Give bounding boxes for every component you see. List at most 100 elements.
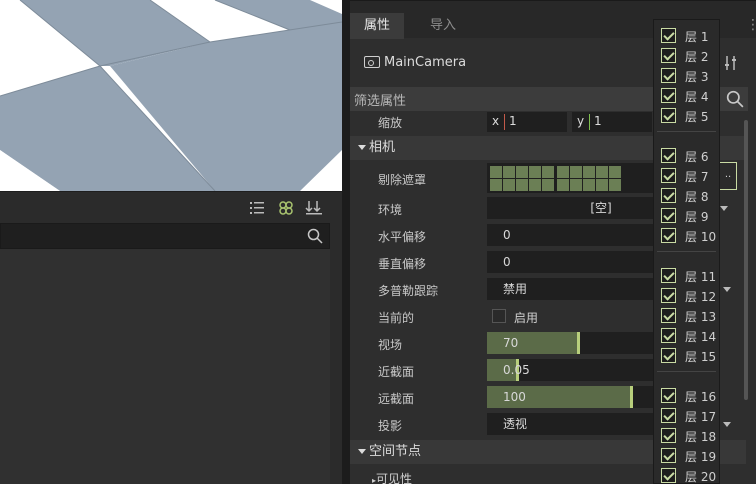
checkbox-icon[interactable]	[661, 188, 676, 203]
tool-settings-icon[interactable]	[722, 54, 740, 72]
mask-cell[interactable]	[557, 179, 569, 191]
layer-label: 层 5	[685, 110, 709, 124]
layer-label: 层 17	[685, 410, 717, 424]
clover-icon[interactable]	[277, 199, 295, 217]
near-slider[interactable]: 0.05	[487, 359, 653, 381]
layer-item[interactable]: 层 14	[654, 325, 719, 345]
checkbox-icon[interactable]	[661, 228, 676, 243]
left-search-input[interactable]	[0, 223, 330, 249]
mask-cell[interactable]	[503, 166, 515, 178]
layer-item[interactable]: 层 15	[654, 345, 719, 365]
mask-cell[interactable]	[529, 179, 541, 191]
near-label: 近截面	[378, 365, 415, 379]
mask-cell[interactable]	[516, 179, 528, 191]
layer-item[interactable]: 层 3	[654, 65, 719, 85]
scale-x-field[interactable]: x 1	[487, 112, 567, 132]
layer-item[interactable]: 层 17	[654, 405, 719, 425]
3d-viewport[interactable]	[0, 0, 342, 191]
layer-item[interactable]: 层 4	[654, 85, 719, 105]
download-sort-icon[interactable]	[305, 199, 323, 217]
more-icon[interactable]: ⋮	[746, 15, 756, 35]
checkbox-icon[interactable]	[661, 208, 676, 223]
layer-item[interactable]: 层 8	[654, 185, 719, 205]
list-icon[interactable]	[248, 199, 266, 217]
chevron-down-icon[interactable]	[723, 422, 731, 427]
layer-item[interactable]: 层 19	[654, 445, 719, 465]
mask-cell[interactable]	[542, 179, 554, 191]
layer-item[interactable]: 层 2	[654, 45, 719, 65]
layer-item[interactable]: 层 12	[654, 285, 719, 305]
checkbox-icon[interactable]	[661, 448, 676, 463]
layer-item[interactable]: 层 11	[654, 265, 719, 285]
v-offset-field[interactable]: 0	[487, 251, 653, 273]
layer-item[interactable]: 层 9	[654, 205, 719, 225]
checkbox-icon[interactable]	[661, 288, 676, 303]
mask-cell[interactable]	[490, 166, 502, 178]
mask-cell[interactable]	[557, 166, 569, 178]
checkbox-icon[interactable]	[661, 48, 676, 63]
checkbox-icon[interactable]	[661, 168, 676, 183]
collapse-arrow-icon	[358, 145, 366, 150]
checkbox-icon[interactable]	[661, 428, 676, 443]
mask-cell[interactable]	[609, 166, 621, 178]
visibility-title: 可见性	[376, 472, 413, 484]
layer-item[interactable]: 层 20	[654, 465, 719, 484]
chevron-down-icon[interactable]	[723, 287, 731, 292]
checkbox-icon[interactable]	[661, 68, 676, 83]
checkbox-icon[interactable]	[661, 408, 676, 423]
mask-cell[interactable]	[570, 179, 582, 191]
checkbox-icon[interactable]	[661, 148, 676, 163]
environment-label: 环境	[378, 203, 403, 217]
slider-grabber[interactable]	[630, 386, 633, 408]
mask-cell[interactable]	[570, 166, 582, 178]
mask-cell[interactable]	[542, 166, 554, 178]
layer-item[interactable]: 层 5	[654, 105, 719, 125]
checkbox-icon[interactable]	[661, 388, 676, 403]
current-checkbox-label: 启用	[514, 311, 539, 325]
menu-separator	[657, 251, 716, 252]
checkbox-icon[interactable]	[661, 88, 676, 103]
mask-cell[interactable]	[490, 179, 502, 191]
layer-item[interactable]: 层 13	[654, 305, 719, 325]
search-icon	[726, 90, 744, 108]
scale-y-field[interactable]: y 1	[572, 112, 652, 132]
mask-cell[interactable]	[516, 166, 528, 178]
tab-properties[interactable]: 属性	[350, 13, 405, 39]
projection-select[interactable]: 透视	[487, 413, 653, 435]
mask-cell[interactable]	[596, 179, 608, 191]
slider-grabber[interactable]	[577, 332, 580, 354]
mask-cell[interactable]	[503, 179, 515, 191]
checkbox-icon[interactable]	[661, 468, 676, 483]
inspector-scrollbar[interactable]	[744, 120, 748, 400]
checkbox-icon[interactable]	[661, 308, 676, 323]
mask-cell[interactable]	[583, 179, 595, 191]
cull-mask-grid[interactable]	[487, 163, 653, 193]
checkbox-icon[interactable]	[661, 348, 676, 363]
layer-item[interactable]: 层 16	[654, 385, 719, 405]
chevron-down-icon[interactable]	[720, 206, 728, 211]
layer-item[interactable]: 层 18	[654, 425, 719, 445]
fov-slider[interactable]: 70	[487, 332, 653, 354]
mask-cell[interactable]	[529, 166, 541, 178]
mask-cell[interactable]	[609, 179, 621, 191]
layer-item[interactable]: 层 6	[654, 145, 719, 165]
checkbox-icon[interactable]	[661, 108, 676, 123]
menu-separator	[657, 371, 716, 372]
layer-item[interactable]: 层 7	[654, 165, 719, 185]
h-offset-field[interactable]: 0	[487, 224, 653, 246]
checkbox-icon[interactable]	[661, 28, 676, 43]
left-scrollbar[interactable]	[330, 223, 342, 484]
checkbox-icon[interactable]	[661, 328, 676, 343]
current-checkbox[interactable]	[492, 309, 506, 323]
dock-splitter[interactable]	[342, 0, 350, 484]
checkbox-icon[interactable]	[661, 268, 676, 283]
far-slider[interactable]: 100	[487, 386, 653, 408]
doppler-select[interactable]: 禁用	[487, 278, 653, 300]
layer-item[interactable]: 层 1	[654, 25, 719, 45]
mask-cell[interactable]	[596, 166, 608, 178]
tab-import[interactable]: 导入	[416, 13, 470, 39]
visibility-subsection[interactable]: ▸可见性	[372, 470, 412, 484]
layer-item[interactable]: 层 10	[654, 225, 719, 245]
mask-cell[interactable]	[583, 166, 595, 178]
cull-mask-more-button[interactable]: ..	[719, 162, 737, 190]
